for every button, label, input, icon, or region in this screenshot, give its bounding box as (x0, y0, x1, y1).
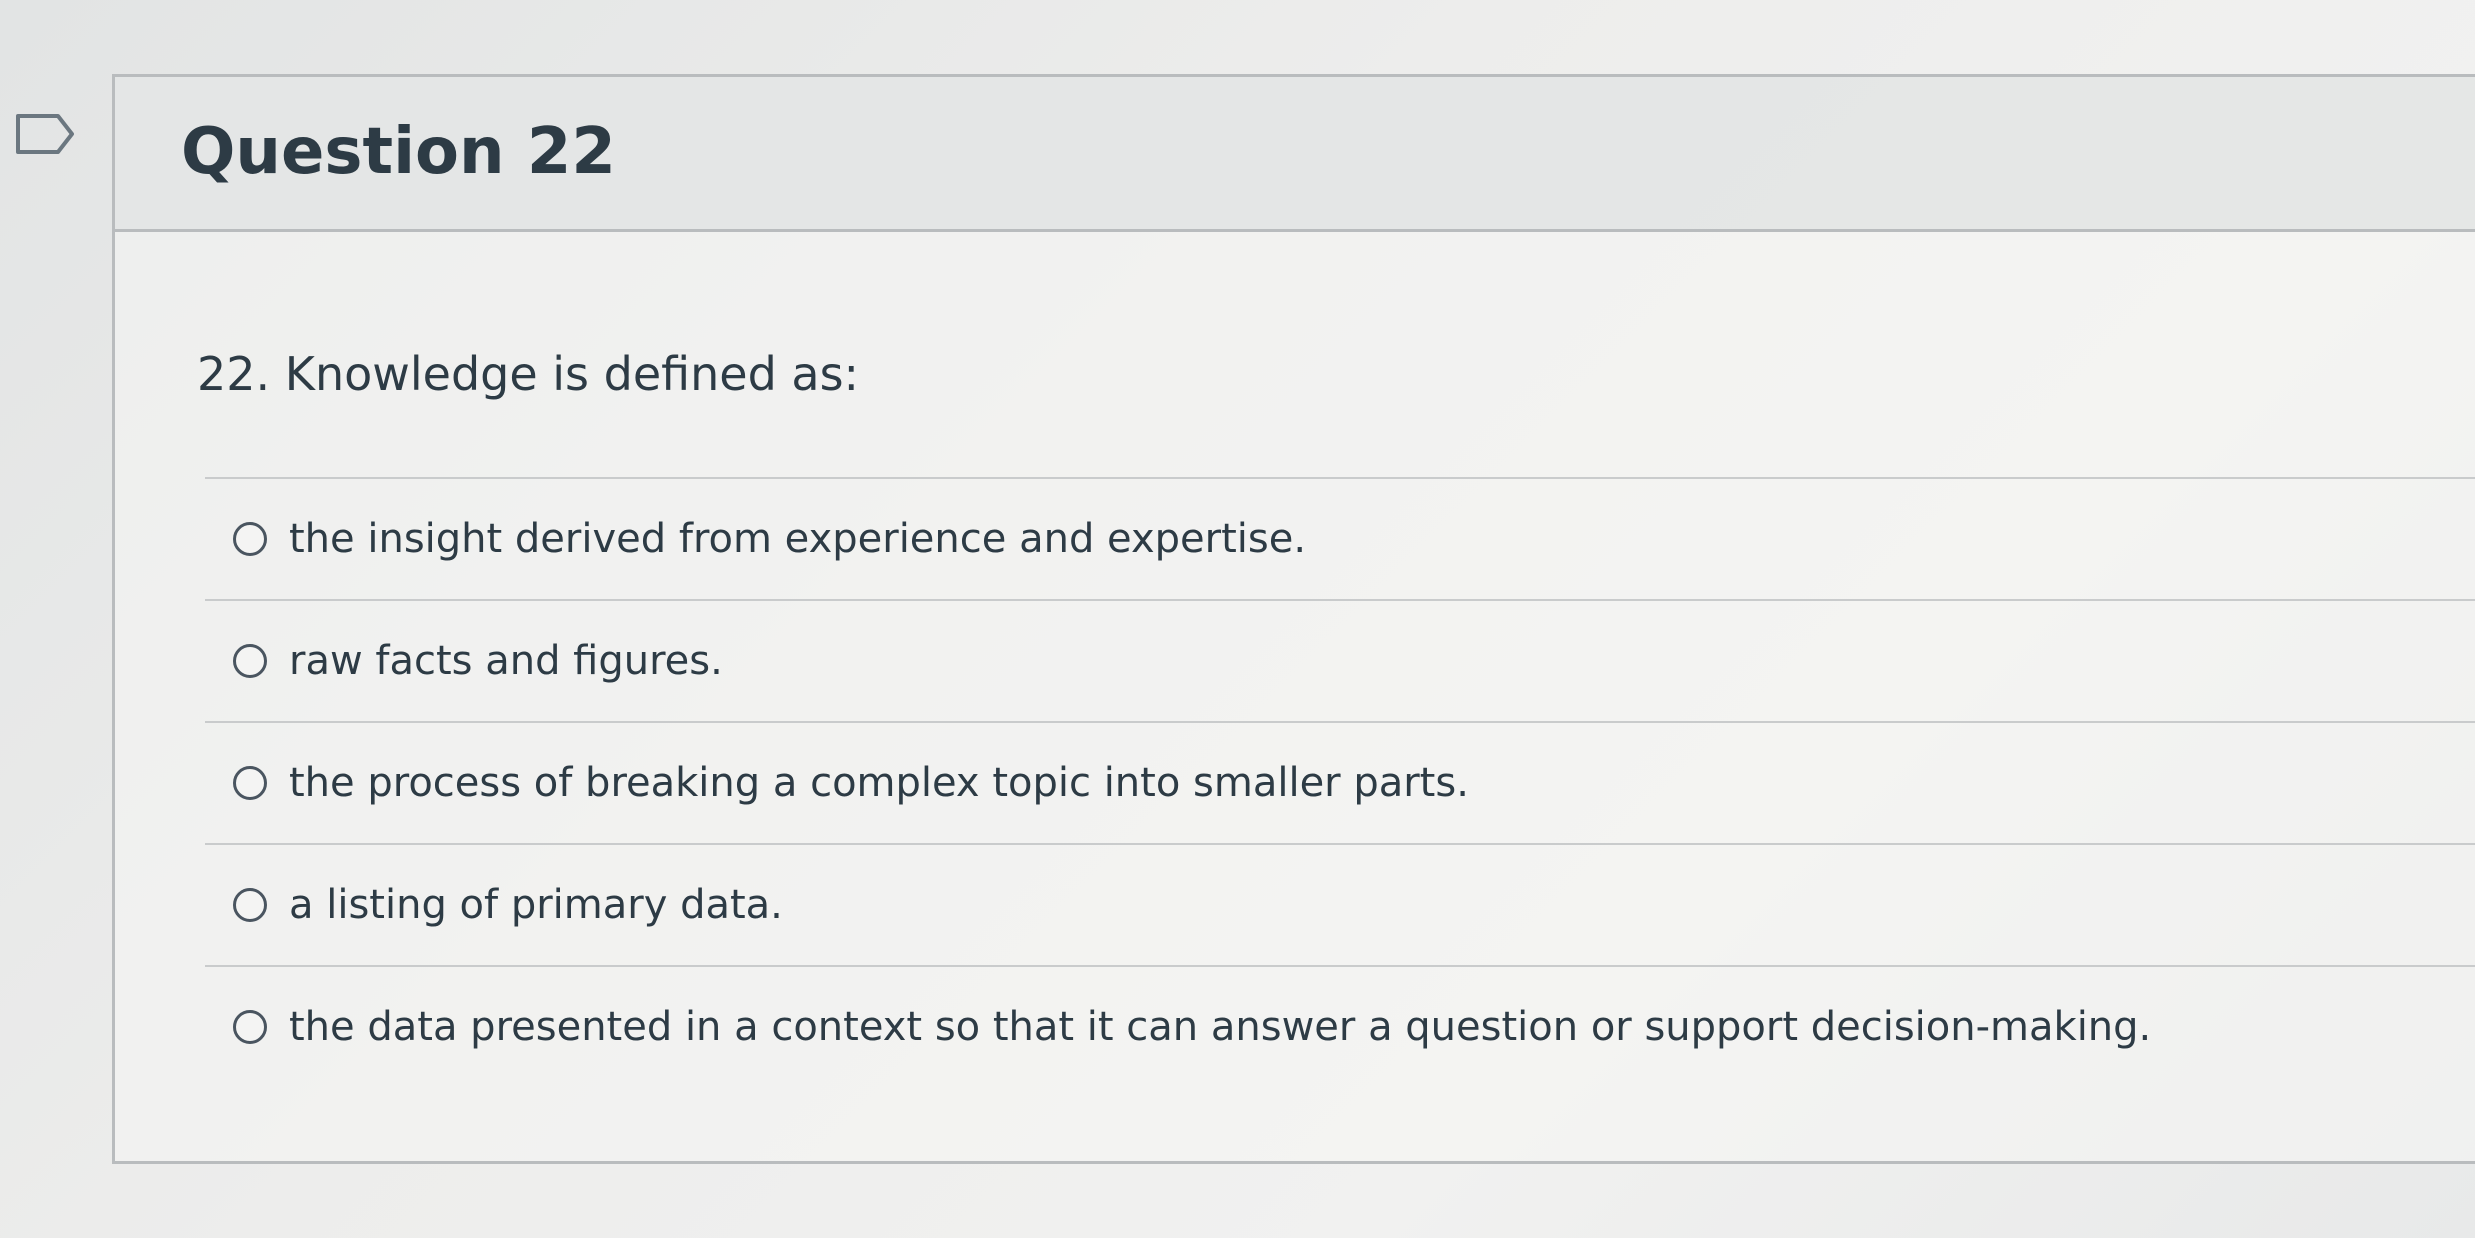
answer-label: the insight derived from experience and … (289, 516, 1307, 562)
radio-button[interactable] (233, 888, 267, 922)
answer-label: a listing of primary data. (289, 882, 783, 928)
answer-option[interactable]: a listing of primary data. (205, 843, 2475, 965)
answer-option[interactable]: the process of breaking a complex topic … (205, 721, 2475, 843)
radio-button[interactable] (233, 1010, 267, 1044)
question-text: 22. Knowledge is defined as: (197, 347, 860, 401)
flag-question-icon[interactable] (14, 112, 76, 156)
answer-option[interactable]: raw facts and figures. (205, 599, 2475, 721)
answer-list: the insight derived from experience and … (205, 477, 2475, 1087)
answer-label: raw facts and figures. (289, 638, 723, 684)
answer-label: the process of breaking a complex topic … (289, 760, 1469, 806)
radio-button[interactable] (233, 766, 267, 800)
answer-option[interactable]: the insight derived from experience and … (205, 477, 2475, 599)
answer-option[interactable]: the data presented in a context so that … (205, 965, 2475, 1087)
radio-button[interactable] (233, 522, 267, 556)
question-header: Question 22 (115, 77, 2475, 232)
question-card: Question 22 22. Knowledge is defined as:… (112, 74, 2475, 1164)
quiz-page: Question 22 22. Knowledge is defined as:… (0, 0, 2475, 1238)
answer-label: the data presented in a context so that … (289, 1004, 2152, 1050)
radio-button[interactable] (233, 644, 267, 678)
question-title: Question 22 (181, 115, 616, 189)
